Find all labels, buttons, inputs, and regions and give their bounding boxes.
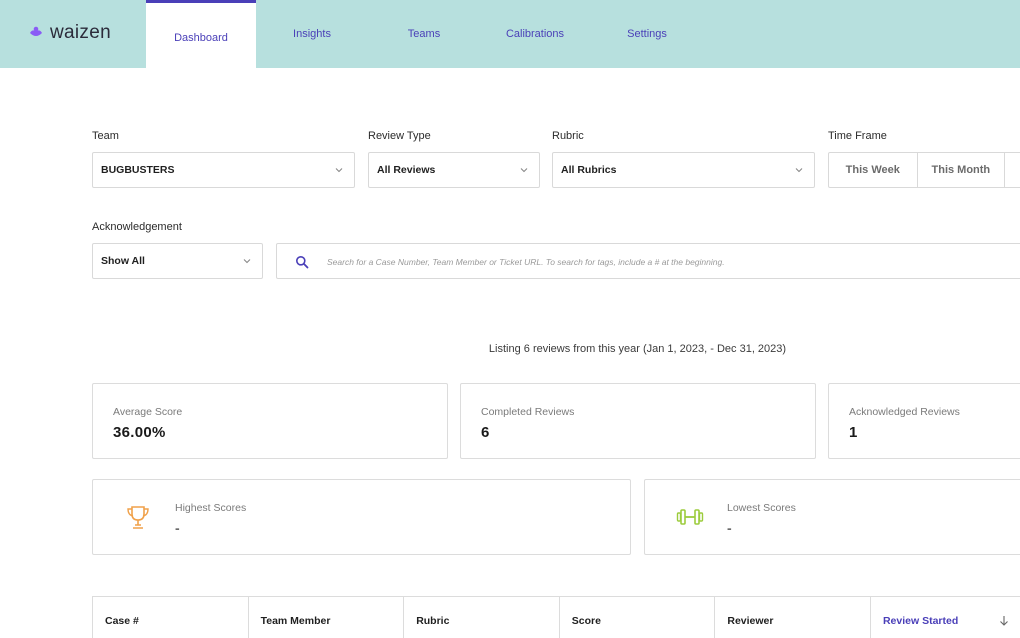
search-icon <box>296 256 309 269</box>
average-score-label: Average Score <box>113 406 183 418</box>
tab-insights[interactable]: Insights <box>272 0 352 68</box>
highest-scores-value: - <box>175 520 180 536</box>
average-score-value: 36.00% <box>113 424 166 441</box>
reviews-table-header: Case # Team Member Rubric Score Reviewer… <box>92 596 1020 638</box>
time-frame-this-week[interactable]: This Week <box>829 153 918 187</box>
trophy-icon <box>127 506 149 529</box>
search-input[interactable] <box>327 253 1017 271</box>
average-score-card: Average Score 36.00% <box>92 383 448 459</box>
acknowledgement-select[interactable]: Show All <box>92 243 263 279</box>
lowest-scores-value: - <box>727 520 732 536</box>
chevron-down-icon <box>520 168 528 173</box>
time-frame-segmented-control: This Week This Month <box>828 152 1020 188</box>
acknowledgement-select-value: Show All <box>101 255 145 267</box>
listing-summary: Listing 6 reviews from this year (Jan 1,… <box>488 343 787 355</box>
tab-calibrations[interactable]: Calibrations <box>495 0 575 68</box>
review-type-select-value: All Reviews <box>377 164 436 176</box>
tab-teams[interactable]: Teams <box>384 0 464 68</box>
team-label: Team <box>92 130 119 142</box>
column-header-score[interactable]: Score <box>560 597 716 638</box>
column-header-review-started-label: Review Started <box>882 615 959 627</box>
logo-icon <box>30 26 42 36</box>
column-header-reviewer[interactable]: Reviewer <box>715 597 871 638</box>
review-type-label: Review Type <box>368 130 431 142</box>
lowest-scores-label: Lowest Scores <box>727 502 796 514</box>
lowest-scores-card: Lowest Scores - <box>644 479 1020 555</box>
chevron-down-icon <box>243 259 251 264</box>
column-header-rubric[interactable]: Rubric <box>404 597 560 638</box>
chevron-down-icon <box>335 168 343 173</box>
highest-scores-card: Highest Scores - <box>92 479 631 555</box>
brand-logo[interactable]: waizen <box>28 22 111 44</box>
search-box <box>276 243 1020 279</box>
top-nav-bar: waizen Dashboard Insights Teams Calibrat… <box>0 0 1020 69</box>
review-type-select[interactable]: All Reviews <box>368 152 540 188</box>
team-select-value: BUGBUSTERS <box>101 164 175 176</box>
brand-name: waizen <box>50 22 111 43</box>
time-frame-label: Time Frame <box>828 130 887 142</box>
dumbbell-icon <box>676 509 704 525</box>
rubric-label: Rubric <box>552 130 584 142</box>
team-select[interactable]: BUGBUSTERS <box>92 152 355 188</box>
rubric-select-value: All Rubrics <box>561 164 617 176</box>
completed-reviews-card: Completed Reviews 6 <box>460 383 816 459</box>
highest-scores-label: Highest Scores <box>175 502 247 514</box>
sort-arrow-down-icon[interactable] <box>999 615 1009 627</box>
rubric-select[interactable]: All Rubrics <box>552 152 815 188</box>
column-header-review-started[interactable]: Review Started <box>871 597 1020 638</box>
completed-reviews-value: 6 <box>481 424 490 441</box>
acknowledgement-label: Acknowledgement <box>92 221 182 233</box>
time-frame-more[interactable] <box>1005 153 1020 187</box>
tab-dashboard[interactable]: Dashboard <box>146 0 256 69</box>
acknowledged-reviews-card: Acknowledged Reviews 1 <box>828 383 1020 459</box>
column-header-team-member[interactable]: Team Member <box>249 597 405 638</box>
acknowledged-reviews-value: 1 <box>849 424 858 441</box>
time-frame-this-month[interactable]: This Month <box>918 153 1006 187</box>
column-header-case-number[interactable]: Case # <box>93 597 249 638</box>
chevron-down-icon <box>795 168 803 173</box>
acknowledged-reviews-label: Acknowledged Reviews <box>849 406 960 418</box>
completed-reviews-label: Completed Reviews <box>481 406 575 418</box>
tab-settings[interactable]: Settings <box>607 0 687 68</box>
